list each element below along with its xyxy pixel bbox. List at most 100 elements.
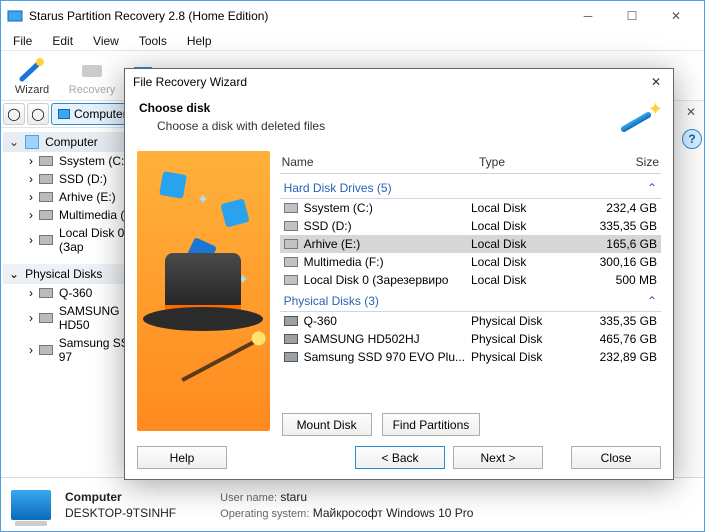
disk-type: Physical Disk [471, 332, 571, 346]
view-btn-computer[interactable]: Computer [51, 103, 134, 125]
disk-row[interactable]: SSD (D:)Local Disk335,35 GB [280, 217, 661, 235]
disk-icon [284, 221, 298, 231]
menu-help[interactable]: Help [179, 32, 220, 50]
wizard-titlebar: File Recovery Wizard ✕ [125, 69, 673, 95]
status-os-label: Operating system: [220, 508, 309, 520]
wizard-body: ✦ ✦ ✦ Name Type Size Hard Disk Drives (5… [125, 151, 673, 436]
disk-name: Multimedia (F:) [304, 255, 384, 269]
puzzle-icon [159, 171, 187, 199]
titlebar: Starus Partition Recovery 2.8 (Home Edit… [1, 1, 704, 31]
tree-drive-label: Ssystem (C:) [59, 154, 128, 168]
tool-recovery-label: Recovery [69, 84, 115, 96]
wand-icon [181, 336, 262, 382]
list-body: Hard Disk Drives (5) ⌃ Ssystem (C:)Local… [280, 174, 661, 403]
disk-size: 165,6 GB [577, 237, 657, 251]
next-button[interactable]: Next > [453, 446, 543, 469]
monitor-icon [25, 135, 39, 149]
chevron-icon: › [29, 233, 33, 247]
status-computer-col: Computer DESKTOP-9TSINHF [65, 490, 176, 520]
tool-recovery[interactable]: Recovery [67, 56, 117, 96]
mount-disk-button[interactable]: Mount Disk [282, 413, 372, 436]
maximize-button[interactable]: ☐ [610, 2, 654, 30]
disk-icon [39, 156, 53, 166]
tree-computer-label: Computer [45, 135, 98, 149]
collapse-icon: ⌄ [9, 267, 19, 281]
disk-type: Local Disk [471, 237, 571, 251]
chevron-icon: › [29, 154, 33, 168]
col-type[interactable]: Type [479, 155, 579, 169]
disk-row[interactable]: Local Disk 0 (ЗарезервироLocal Disk500 M… [280, 271, 661, 289]
back-button[interactable]: < Back [355, 446, 445, 469]
tool-wizard[interactable]: Wizard [7, 56, 57, 96]
disk-icon [39, 210, 53, 220]
wizard-list-panel: Name Type Size Hard Disk Drives (5) ⌃ Ss… [280, 151, 661, 436]
disk-row[interactable]: Q-360Physical Disk335,35 GB [280, 312, 661, 330]
window-title: Starus Partition Recovery 2.8 (Home Edit… [29, 9, 566, 23]
disk-name: Local Disk 0 (Зарезервиро [304, 273, 449, 287]
wizard-dialog: File Recovery Wizard ✕ Choose disk Choos… [124, 68, 674, 480]
minimize-button[interactable]: ─ [566, 2, 610, 30]
menu-file[interactable]: File [5, 32, 40, 50]
menu-view[interactable]: View [85, 32, 127, 50]
disk-type: Local Disk [471, 255, 571, 269]
wizard-subheading: Choose a disk with deleted files [139, 119, 619, 133]
wizard-heading: Choose disk [139, 101, 619, 115]
wand-icon [619, 101, 659, 141]
disk-name: SAMSUNG HD502HJ [304, 332, 420, 346]
tree-physical-label: Physical Disks [25, 267, 102, 281]
close-button[interactable]: ✕ [654, 2, 698, 30]
status-computer-name: DESKTOP-9TSINHF [65, 506, 176, 520]
chevron-icon: › [29, 343, 33, 357]
statusbar: Computer DESKTOP-9TSINHF User name: star… [1, 477, 704, 531]
menu-edit[interactable]: Edit [44, 32, 81, 50]
status-user-label: User name: [220, 492, 277, 504]
view-btn-2[interactable]: ◯ [27, 103, 49, 125]
disk-icon [39, 174, 53, 184]
panel-close-button[interactable]: ✕ [682, 103, 700, 121]
disk-size: 335,35 GB [577, 314, 657, 328]
disk-type: Local Disk [471, 219, 571, 233]
disk-size: 465,76 GB [577, 332, 657, 346]
tree-drive-label: Arhive (E:) [59, 190, 116, 204]
section-hdd[interactable]: Hard Disk Drives (5) ⌃ [280, 178, 661, 199]
wizard-close-button[interactable]: ✕ [643, 72, 669, 92]
tree-pdisk-label: Q-360 [59, 286, 92, 300]
disk-row[interactable]: Samsung SSD 970 EVO Plu...Physical Disk2… [280, 348, 661, 366]
chevron-icon: › [29, 311, 33, 325]
disk-size: 500 MB [577, 273, 657, 287]
chevron-up-icon: ⌃ [647, 294, 657, 308]
section-hdd-label: Hard Disk Drives (5) [284, 181, 392, 195]
status-computer-label: Computer [65, 490, 176, 504]
tool-wizard-label: Wizard [15, 84, 49, 96]
disk-name: Arhive (E:) [304, 237, 361, 251]
col-name[interactable]: Name [282, 155, 479, 169]
section-physical[interactable]: Physical Disks (3) ⌃ [280, 291, 661, 312]
menu-tools[interactable]: Tools [131, 32, 175, 50]
disk-icon [284, 203, 298, 213]
col-size[interactable]: Size [579, 155, 659, 169]
disk-type: Physical Disk [471, 350, 571, 364]
disk-row[interactable]: SAMSUNG HD502HJ Physical Disk 465,76 GB [280, 330, 661, 348]
list-header: Name Type Size [280, 151, 661, 174]
help-icon[interactable]: ? [682, 129, 702, 149]
status-os-val: Майкрософт Windows 10 Pro [313, 506, 474, 520]
disk-icon [284, 239, 298, 249]
disk-icon [284, 316, 298, 326]
hdd-icon [39, 345, 53, 355]
section-physical-label: Physical Disks (3) [284, 294, 379, 308]
disk-row[interactable]: Ssystem (C:)Local Disk232,4 GB [280, 199, 661, 217]
disk-type: Local Disk [471, 201, 571, 215]
wand-icon [18, 56, 46, 84]
disk-name: Q-360 [304, 314, 337, 328]
tree-drive-label: SSD (D:) [59, 172, 107, 186]
help-button[interactable]: Help [137, 446, 227, 469]
disk-row[interactable]: Multimedia (F:)Local Disk300,16 GB [280, 253, 661, 271]
computer-icon [11, 490, 51, 520]
hdd-icon [39, 313, 53, 323]
wizard-footer: Help < Back Next > Close [125, 436, 673, 479]
view-btn-1[interactable]: ◯ [3, 103, 25, 125]
close-button[interactable]: Close [571, 446, 661, 469]
disk-row[interactable]: Arhive (E:) Local Disk 165,6 GB [280, 235, 661, 253]
find-partitions-button[interactable]: Find Partitions [382, 413, 481, 436]
chevron-icon: › [29, 286, 33, 300]
